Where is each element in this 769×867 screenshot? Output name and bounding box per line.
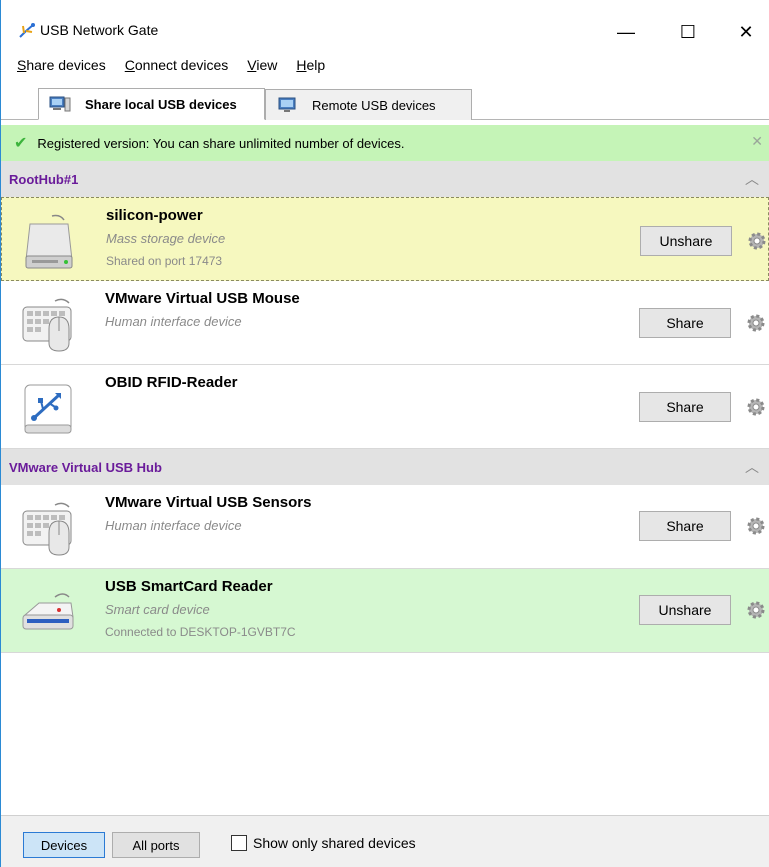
menu-help[interactable]: Help: [296, 57, 325, 73]
device-row[interactable]: VMware Virtual USB Sensors Human interfa…: [1, 485, 769, 569]
smartcard-reader-icon: [22, 593, 74, 630]
close-button[interactable]: ✕: [723, 14, 769, 50]
registration-banner: ✔ Registered version: You can share unli…: [1, 125, 769, 161]
banner-close-icon[interactable]: ✕: [751, 133, 763, 150]
maximize-icon: ☐: [679, 21, 697, 42]
device-status: Connected to DESKTOP-1GVBT7C: [105, 625, 296, 639]
device-name: OBID RFID-Reader: [105, 374, 238, 391]
share-button[interactable]: Share: [639, 308, 731, 338]
usb-network-gate-icon: [19, 23, 35, 38]
device-name: VMware Virtual USB Sensors: [105, 494, 312, 511]
group-header-roothub[interactable]: RootHub#1 ︿: [1, 161, 769, 197]
footer-bar: Devices All ports Show only shared devic…: [1, 815, 769, 867]
remote-monitor-icon: [278, 97, 296, 112]
share-button[interactable]: Share: [639, 511, 731, 541]
banner-text: Registered version: You can share unlimi…: [37, 135, 405, 151]
device-row[interactable]: OBID RFID-Reader Share: [1, 365, 769, 449]
device-type: Smart card device: [105, 602, 210, 617]
menu-view[interactable]: View: [247, 57, 277, 73]
local-computer-icon: [49, 96, 71, 112]
hard-drive-icon: [25, 214, 73, 269]
all-ports-view-button[interactable]: All ports: [112, 832, 200, 858]
unshare-button[interactable]: Unshare: [639, 595, 731, 625]
tab-share-local[interactable]: Share local USB devices: [38, 88, 265, 120]
menu-connect-devices[interactable]: Connect devices: [125, 57, 229, 73]
chevron-up-icon[interactable]: ︿: [745, 169, 759, 189]
chevron-up-icon[interactable]: ︿: [745, 457, 759, 477]
maximize-button[interactable]: ☐: [665, 14, 711, 50]
usb-icon: [24, 384, 72, 434]
device-name: USB SmartCard Reader: [105, 578, 273, 595]
keyboard-mouse-icon: [22, 502, 72, 556]
minimize-button[interactable]: —: [603, 14, 649, 50]
gear-icon[interactable]: [746, 230, 768, 252]
checkbox-box[interactable]: [231, 835, 247, 851]
title-bar: USB Network Gate — ☐ ✕: [1, 0, 769, 52]
device-name: VMware Virtual USB Mouse: [105, 290, 300, 307]
close-icon: ✕: [738, 21, 754, 42]
unshare-button[interactable]: Unshare: [640, 226, 732, 256]
show-only-shared-label: Show only shared devices: [253, 835, 416, 851]
menu-bar: Share devices Connect devices View Help: [1, 52, 769, 78]
group-header-vmware-hub[interactable]: VMware Virtual USB Hub ︿: [1, 449, 769, 485]
show-only-shared-checkbox[interactable]: Show only shared devices: [231, 835, 416, 851]
device-name: silicon-power: [106, 207, 203, 224]
keyboard-mouse-icon: [22, 298, 72, 352]
share-button[interactable]: Share: [639, 392, 731, 422]
device-row[interactable]: USB SmartCard Reader Smart card device C…: [1, 569, 769, 653]
tab-strip: Share local USB devices Remote USB devic…: [1, 80, 769, 120]
app-window: USB Network Gate — ☐ ✕ Share devices Con…: [0, 0, 769, 867]
device-list-empty-area: [1, 653, 769, 815]
gear-icon[interactable]: [745, 515, 767, 537]
menu-share-devices[interactable]: Share devices: [17, 57, 106, 73]
device-type: Human interface device: [105, 314, 242, 329]
check-icon: ✔: [14, 135, 28, 152]
device-type: Mass storage device: [106, 231, 226, 246]
device-type: Human interface device: [105, 518, 242, 533]
window-title: USB Network Gate: [40, 22, 159, 38]
device-row[interactable]: VMware Virtual USB Mouse Human interface…: [1, 281, 769, 365]
devices-view-button[interactable]: Devices: [23, 832, 105, 858]
device-status: Shared on port 17473: [106, 254, 223, 268]
device-row[interactable]: silicon-power Mass storage device Shared…: [1, 197, 769, 281]
gear-icon[interactable]: [745, 312, 767, 334]
gear-icon[interactable]: [745, 599, 767, 621]
gear-icon[interactable]: [745, 396, 767, 418]
minimize-icon: —: [617, 21, 635, 42]
tab-remote-devices[interactable]: Remote USB devices: [265, 89, 472, 120]
